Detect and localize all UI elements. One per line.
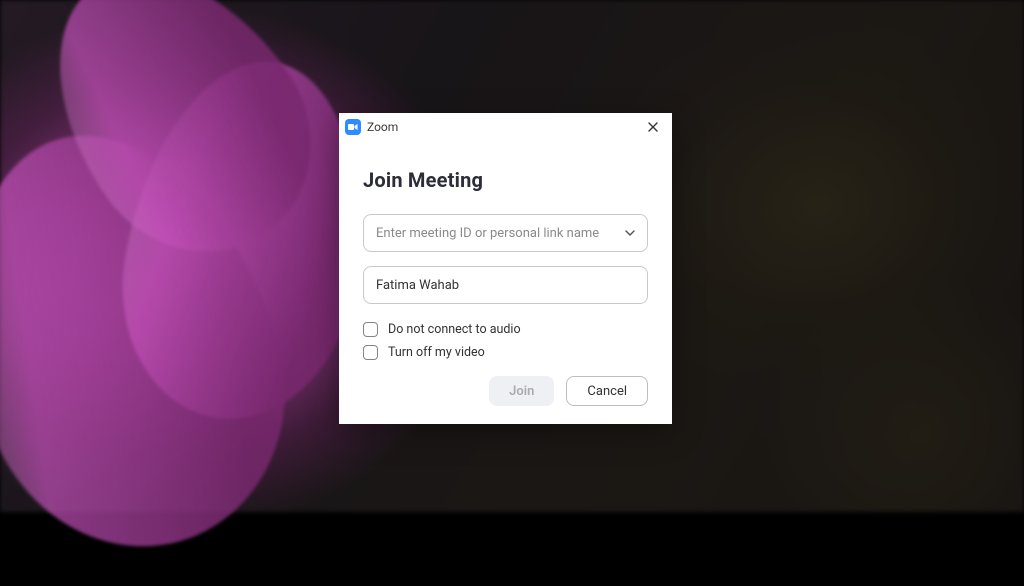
join-button[interactable]: Join [489, 376, 554, 406]
display-name-input[interactable] [376, 278, 635, 293]
join-meeting-dialog: Zoom Join Meeting Do not connect to audi… [339, 113, 672, 424]
no-video-option[interactable]: Turn off my video [363, 345, 648, 360]
meeting-id-field[interactable] [363, 214, 648, 252]
no-video-checkbox[interactable] [363, 345, 378, 360]
cancel-button[interactable]: Cancel [566, 376, 648, 406]
zoom-video-icon [345, 119, 361, 135]
close-icon [648, 122, 658, 132]
display-name-field[interactable] [363, 266, 648, 304]
window-titlebar: Zoom [339, 113, 672, 140]
dialog-heading: Join Meeting [363, 168, 648, 192]
no-audio-option[interactable]: Do not connect to audio [363, 322, 648, 337]
chevron-down-icon[interactable] [619, 230, 635, 236]
no-audio-label: Do not connect to audio [388, 322, 521, 337]
close-button[interactable] [640, 117, 666, 137]
meeting-id-input[interactable] [376, 226, 619, 241]
window-title: Zoom [367, 120, 398, 134]
no-audio-checkbox[interactable] [363, 322, 378, 337]
no-video-label: Turn off my video [388, 345, 485, 360]
dialog-actions: Join Cancel [363, 376, 648, 406]
